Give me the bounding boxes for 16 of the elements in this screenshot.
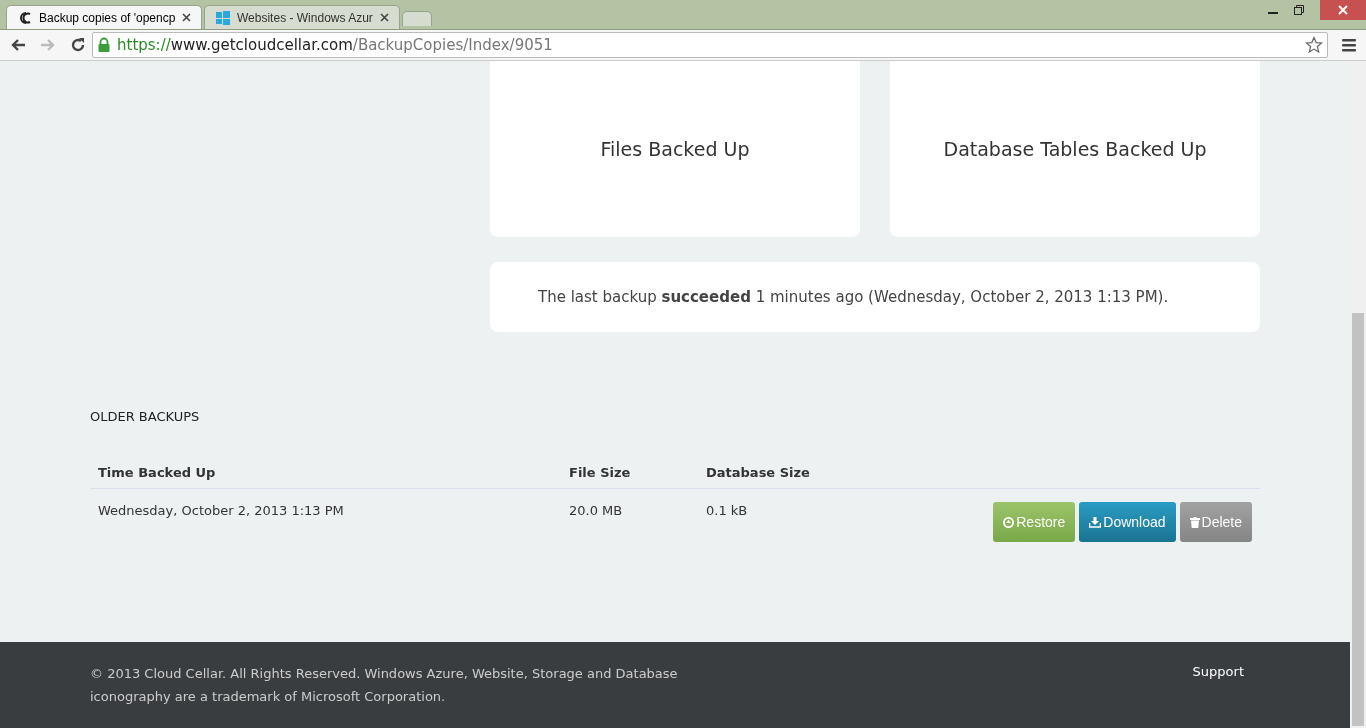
- support-link[interactable]: Support: [1192, 664, 1244, 679]
- table-cell: 0.1 kB: [706, 503, 748, 518]
- browser-tab[interactable]: Websites - Windows Azur: [204, 5, 400, 29]
- status-message: The last backup succeeded 1 minutes ago (Wednesday, October 2, 2013 1:13 PM).: [538, 288, 1169, 306]
- section-heading: OLDER BACKUPS: [90, 409, 200, 424]
- download-button[interactable]: Download: [1079, 502, 1176, 542]
- column-header: Database Size: [706, 465, 810, 480]
- address-field[interactable]: https://www.getcloudcellar.com/BackupCopies/Index/9051: [92, 32, 1328, 58]
- column-header: File Size: [569, 465, 631, 480]
- stat-card: Files Backed Up: [490, 61, 860, 237]
- copyright-text: © 2013 Cloud Cellar. All Rights Reserved. Windows Azure, Website, Storage and Database iconography are a trademark of Microsoft Corporation.: [90, 665, 679, 706]
- table-cell: 20.0 MB: [569, 503, 623, 518]
- table-cell: Wednesday, October 2, 2013 1:13 PM: [98, 503, 344, 518]
- stat-card: Database Tables Backed Up: [890, 61, 1260, 237]
- column-header: Time Backed Up: [98, 465, 216, 480]
- browser-tab[interactable]: Backup copies of 'opencp: [6, 5, 202, 29]
